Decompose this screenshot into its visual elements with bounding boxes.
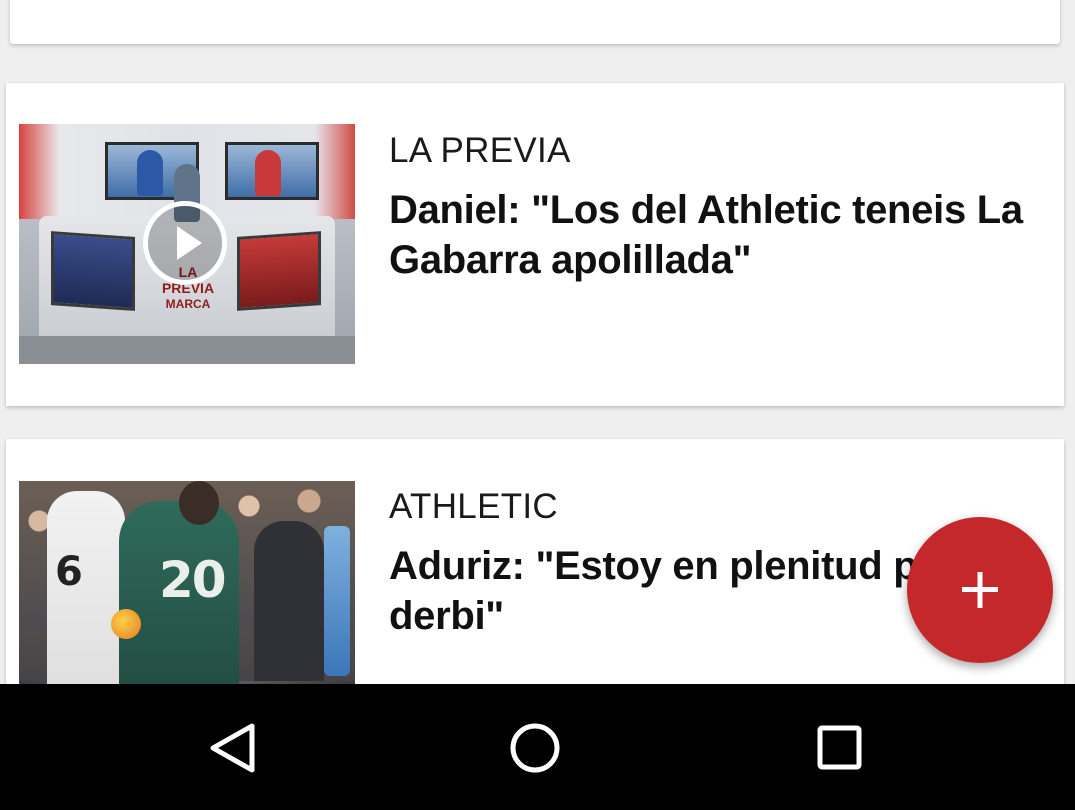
article-card[interactable]: LA PREVIA MARCA LA PREVIA Daniel: "Los de… — [6, 83, 1064, 406]
article-thumbnail[interactable]: 6 20 — [19, 481, 355, 684]
article-section: LA PREVIA — [389, 131, 571, 170]
back-button[interactable] — [186, 704, 276, 794]
thumbnail-jersey-number: 20 — [159, 551, 227, 609]
article-card[interactable]: 6 20 ATHLETIC Aduriz: "Estoy en plenitud… — [6, 439, 1064, 684]
add-fab-button[interactable] — [907, 517, 1053, 663]
home-button[interactable] — [490, 704, 580, 794]
article-section: ATHLETIC — [389, 487, 558, 526]
football-image: 6 20 — [19, 481, 355, 684]
play-icon[interactable] — [143, 201, 227, 285]
plus-icon — [962, 572, 998, 608]
home-circle-icon — [510, 723, 560, 773]
article-headline[interactable]: Daniel: "Los del Athletic teneis La Gaba… — [389, 185, 1039, 285]
system-navigation-bar — [0, 684, 1075, 810]
video-thumbnail[interactable]: LA PREVIA MARCA — [19, 124, 355, 364]
news-feed-screen: LA PREVIA MARCA LA PREVIA Daniel: "Los de… — [0, 0, 1075, 810]
recents-button[interactable] — [794, 704, 884, 794]
recents-square-icon — [817, 725, 862, 770]
article-card-previous[interactable] — [10, 0, 1060, 44]
back-triangle-icon — [210, 723, 255, 773]
